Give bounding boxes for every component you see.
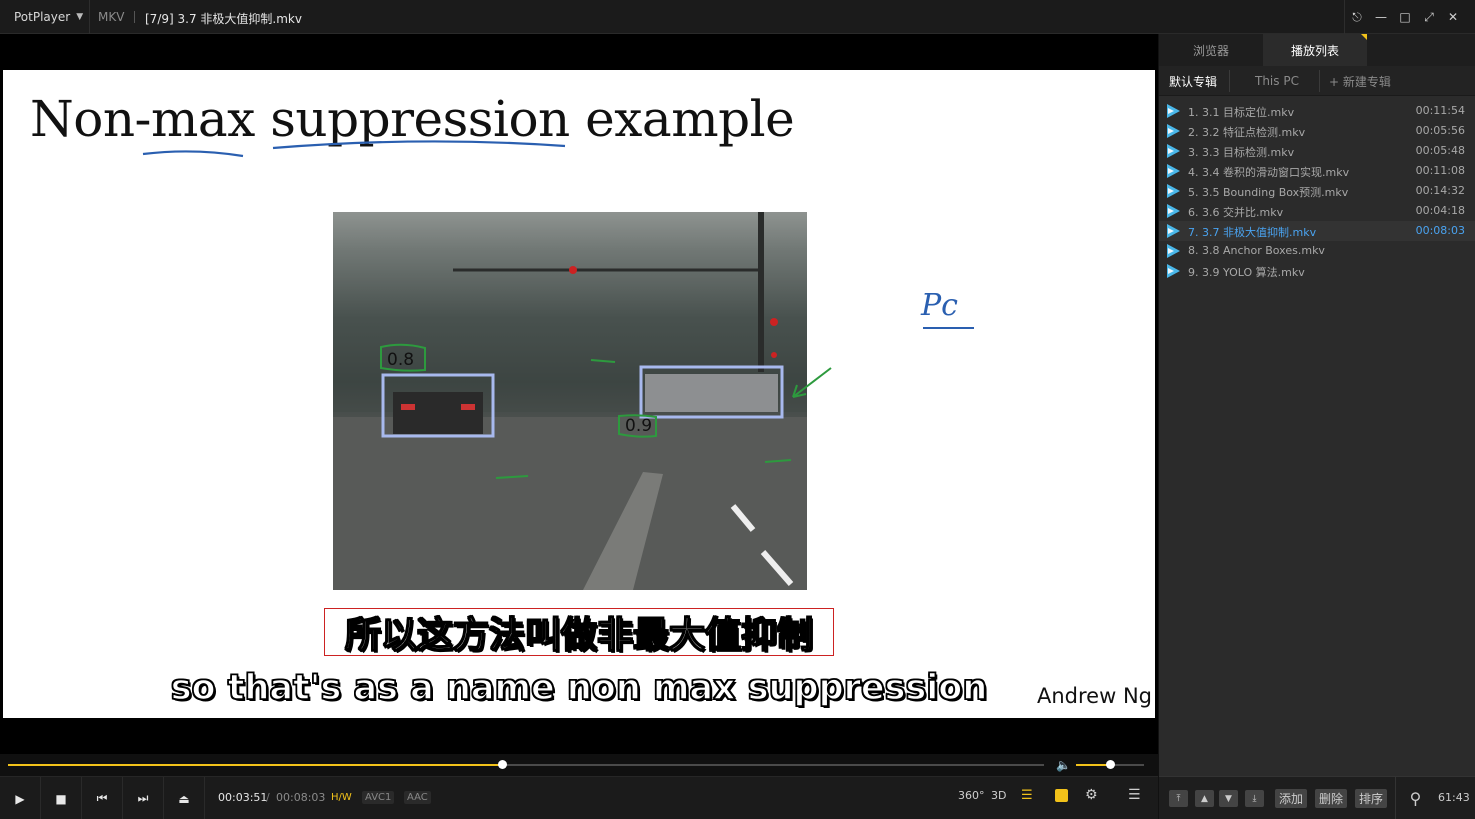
- delete-button[interactable]: 删除: [1315, 789, 1348, 808]
- potplayer-window: PotPlayer ▼ MKV [7/9] 3.7 非极大值抑制.mkv ⎋ —…: [0, 0, 1475, 819]
- playlist-item[interactable]: 4. 3.4 卷积的滑动窗口实现.mkv 00:11:08: [1159, 161, 1475, 181]
- hw-decode-badge[interactable]: H/W: [328, 791, 355, 804]
- move-bottom-icon[interactable]: ⤓: [1245, 790, 1264, 807]
- active-tab-marker: [1361, 34, 1367, 40]
- move-top-icon[interactable]: ⤒: [1169, 790, 1188, 807]
- volume-icon[interactable]: 🔈: [1056, 758, 1071, 772]
- video-file-icon: [1167, 164, 1180, 178]
- next-button[interactable]: ⏭: [123, 777, 164, 819]
- video-frame: Non-max suppression example 0.8 0.9 Pc 所…: [3, 70, 1155, 718]
- next-icon: ⏭: [137, 791, 149, 805]
- total-time[interactable]: 00:08:03: [276, 791, 325, 804]
- volume-handle[interactable]: [1106, 760, 1115, 769]
- total-duration: 61:43: [1438, 791, 1470, 804]
- playlist: 1. 3.1 目标定位.mkv 00:11:54 2. 3.2 特征点检测.mkv…: [1159, 101, 1475, 281]
- album-default[interactable]: 默认专辑: [1159, 66, 1229, 96]
- volume-fill: [1076, 764, 1110, 766]
- subtitle-english: so that's as a name non max suppression: [170, 667, 988, 709]
- eject-button[interactable]: ⏏: [164, 777, 205, 819]
- stop-button[interactable]: ■: [41, 777, 82, 819]
- search-icon[interactable]: ⚲: [1395, 777, 1435, 819]
- app-name: PotPlayer: [14, 10, 71, 24]
- audio-codec-badge[interactable]: AAC: [404, 791, 431, 804]
- playlist-item[interactable]: 3. 3.3 目标检测.mkv 00:05:48: [1159, 141, 1475, 161]
- time-separator: /: [266, 791, 270, 804]
- playlist-toolbar: ⤒ ▲ ▼ ⤓ 添加 删除 排序 ⚲ 61:43: [1159, 776, 1475, 819]
- seek-bar-fill: [8, 764, 503, 766]
- playlist-item[interactable]: 1. 3.1 目标定位.mkv 00:11:54: [1159, 101, 1475, 121]
- move-down-icon[interactable]: ▼: [1219, 790, 1238, 807]
- playlist-item-current[interactable]: 7. 3.7 非极大值抑制.mkv 00:08:03: [1159, 221, 1475, 241]
- chevron-down-icon: ▼: [76, 12, 84, 22]
- title-bar: PotPlayer ▼ MKV [7/9] 3.7 非极大值抑制.mkv ⎋ —…: [0, 0, 1475, 34]
- close-icon[interactable]: ✕: [1441, 10, 1465, 24]
- pin-icon[interactable]: ⎋: [1345, 10, 1369, 25]
- playlist-item[interactable]: 8. 3.8 Anchor Boxes.mkv: [1159, 241, 1475, 261]
- eject-icon: ⏏: [178, 791, 190, 806]
- video-file-icon: [1167, 264, 1180, 278]
- file-title: [7/9] 3.7 非极大值抑制.mkv: [145, 12, 302, 26]
- 360-button[interactable]: 360°: [958, 789, 985, 802]
- playlist-item[interactable]: 9. 3.9 YOLO 算法.mkv: [1159, 261, 1475, 281]
- fullscreen-icon[interactable]: ⤢: [1417, 10, 1441, 25]
- seek-bar[interactable]: [8, 760, 1044, 769]
- seek-handle[interactable]: [498, 760, 508, 769]
- menu-icon[interactable]: ☰: [1128, 787, 1141, 803]
- album-this-pc[interactable]: This PC: [1245, 66, 1319, 96]
- playlist-item[interactable]: 6. 3.6 交并比.mkv 00:04:18: [1159, 201, 1475, 221]
- volume-slider[interactable]: [1076, 760, 1144, 769]
- window-controls: ⎋ — □ ⤢ ✕: [1344, 0, 1475, 34]
- video-codec-badge[interactable]: AVC1: [362, 791, 395, 804]
- subtitle-icon[interactable]: [1055, 789, 1068, 802]
- album-tabs: 默认专辑 This PC + 新建专辑: [1159, 66, 1475, 96]
- video-file-icon: [1167, 104, 1180, 118]
- app-menu-button[interactable]: PotPlayer ▼: [0, 0, 90, 34]
- tab-playlist-label: 播放列表: [1290, 43, 1339, 58]
- add-button[interactable]: 添加: [1275, 789, 1308, 808]
- subtitle-chinese: 所以这方法叫做非最大值抑制: [324, 608, 834, 657]
- pc-annotation: Pc: [921, 288, 958, 323]
- subtitle-search-icon[interactable]: ☰: [1021, 788, 1033, 803]
- video-file-icon: [1167, 144, 1180, 158]
- video-file-icon: [1167, 244, 1180, 258]
- tab-browser[interactable]: 浏览器: [1159, 34, 1263, 66]
- playlist-item[interactable]: 2. 3.2 特征点检测.mkv 00:05:56: [1159, 121, 1475, 141]
- settings-gear-icon[interactable]: ⚙: [1085, 787, 1098, 803]
- maximize-icon[interactable]: □: [1393, 10, 1417, 24]
- slide-credit: Andrew Ng: [1037, 684, 1152, 708]
- previous-icon: ⏮: [96, 791, 108, 805]
- seek-row: 🔈: [0, 754, 1158, 776]
- current-time: 00:03:51: [218, 791, 268, 804]
- play-button[interactable]: ▶: [0, 777, 41, 819]
- playlist-panel: 浏览器 播放列表 默认专辑 This PC + 新建专辑 1. 3.1 目标定位…: [1158, 34, 1475, 819]
- divider: [1229, 70, 1230, 92]
- control-bar: ▶ ■ ⏮ ⏭ ⏏ 00:03:51 / 00:08:03 H/W AVC1 A…: [0, 776, 1158, 819]
- 3d-button[interactable]: 3D: [991, 789, 1006, 802]
- video-area[interactable]: Non-max suppression example 0.8 0.9 Pc 所…: [0, 34, 1158, 754]
- playlist-item[interactable]: 5. 3.5 Bounding Box预测.mkv 00:14:32: [1159, 181, 1475, 201]
- video-file-icon: [1167, 204, 1180, 218]
- tab-playlist[interactable]: 播放列表: [1263, 34, 1367, 66]
- panel-tabs: 浏览器 播放列表: [1159, 34, 1475, 66]
- divider: [134, 11, 135, 23]
- minimize-icon[interactable]: —: [1369, 10, 1393, 24]
- play-icon: ▶: [15, 791, 25, 806]
- sort-button[interactable]: 排序: [1355, 789, 1388, 808]
- video-file-icon: [1167, 184, 1180, 198]
- stop-icon: ■: [55, 791, 67, 806]
- move-up-icon[interactable]: ▲: [1195, 790, 1214, 807]
- previous-button[interactable]: ⏮: [82, 777, 123, 819]
- format-label: MKV: [98, 10, 125, 24]
- new-album-button[interactable]: + 新建专辑: [1319, 66, 1419, 96]
- video-file-icon: [1167, 124, 1180, 138]
- video-file-icon: [1167, 224, 1180, 238]
